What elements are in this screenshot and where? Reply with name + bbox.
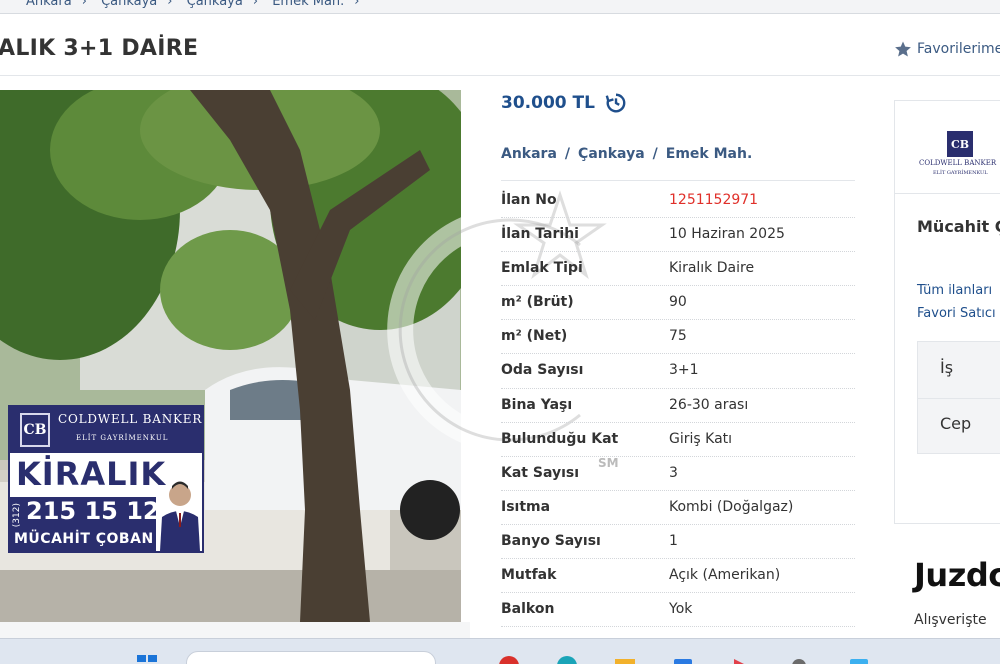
store-icon[interactable] — [670, 653, 696, 664]
star-icon — [895, 41, 911, 57]
title-row: ALIK 3+1 DAİRE Favorilerime — [0, 14, 1000, 76]
all-listings-link[interactable]: Tüm ilanları — [917, 283, 992, 298]
spec-row: İlan Tarihi 10 Haziran 2025 — [501, 218, 855, 253]
favorite-seller-link[interactable]: Favori Satıcı — [917, 306, 996, 321]
os-taskbar — [0, 638, 1000, 664]
app-red-icon[interactable] — [496, 653, 522, 664]
spec-row: m² (Brüt) 90 — [501, 286, 855, 321]
spec-row: Isıtma Kombi (Doğalgaz) — [501, 491, 855, 525]
settings-icon[interactable] — [786, 653, 812, 664]
page-title: ALIK 3+1 DAİRE — [0, 36, 199, 61]
divider — [501, 180, 855, 181]
agent-photo-icon — [160, 481, 200, 551]
spec-row: İlan No 1251152971 — [501, 184, 855, 219]
top-crumb-3[interactable]: Çankaya — [187, 0, 243, 9]
add-to-favorites-link[interactable]: Favorilerime — [894, 40, 1000, 58]
spec-row: Bulunduğu Kat Giriş Katı — [501, 423, 855, 457]
banner-area-code: (312) — [12, 503, 22, 528]
spec-row: Mutfak Açık (Amerikan) — [501, 559, 855, 594]
banner-agent-name: MÜCAHİT ÇOBAN — [14, 531, 154, 547]
agency-logo[interactable]: CB COLDWELL BANKER ELİT GAYRİMENKUL — [919, 129, 1000, 181]
listing-price: 30.000 TL — [501, 92, 627, 114]
location-breadcrumb: Ankara / Çankaya / Emek Mah. — [501, 146, 753, 162]
divider — [895, 193, 1000, 194]
spec-row: Balkon Yok — [501, 593, 855, 628]
listing-photo[interactable]: CB COLDWELL BANKER ELİT GAYRİMENKUL KİRA… — [0, 90, 461, 622]
spec-row: Oda Sayısı 3+1 — [501, 354, 855, 389]
spec-row: Bina Yaşı 26-30 arası — [501, 389, 855, 423]
spec-row: m² (Net) 75 — [501, 320, 855, 355]
spec-row: Emlak Tipi Kiralık Daire — [501, 252, 855, 287]
banner-brand: COLDWELL BANKER — [58, 412, 203, 426]
listing-number: 1251152971 — [669, 192, 759, 208]
price-history-icon[interactable] — [605, 92, 627, 114]
ad-tagline[interactable]: Alışverişte — [914, 612, 987, 628]
spec-row: Banyo Sayısı 1 — [501, 525, 855, 560]
agent-banner-sign: CB COLDWELL BANKER ELİT GAYRİMENKUL KİRA… — [8, 405, 204, 553]
banner-sub: ELİT GAYRİMENKUL — [76, 434, 169, 442]
browser-icon[interactable] — [554, 653, 580, 664]
spec-row: Kat Sayısı 3 — [501, 457, 855, 491]
app-blue-icon[interactable] — [846, 653, 872, 664]
location-neighborhood[interactable]: Emek Mah. — [666, 146, 753, 162]
banner-logo: CB — [20, 413, 50, 447]
agent-name: Mücahit Ç — [917, 217, 1000, 236]
screen: Ankara › Çankaya › Çankaya › Emek Mah. › ALI… — [0, 0, 1000, 664]
photo-thumbnail-strip — [0, 622, 470, 638]
agent-phones: İş Cep — [917, 341, 1000, 454]
top-crumb-4[interactable]: Emek Mah. — [272, 0, 344, 9]
top-breadcrumb: Ankara › Çankaya › Çankaya › Emek Mah. › — [26, 0, 369, 9]
taskbar-search-input[interactable] — [186, 651, 436, 664]
location-district[interactable]: Çankaya — [578, 146, 645, 162]
windows-start-icon[interactable] — [134, 653, 160, 664]
media-icon[interactable] — [728, 653, 754, 664]
banner-phone: 215 15 12 — [26, 497, 160, 525]
location-city[interactable]: Ankara — [501, 146, 557, 162]
folder-icon[interactable] — [612, 653, 638, 664]
agent-card: CB COLDWELL BANKER ELİT GAYRİMENKUL Müca… — [894, 100, 1000, 524]
price-value: 30.000 TL — [501, 93, 595, 113]
listing-specs: İlan No 1251152971 İlan Tarihi 10 Haziran … — [501, 184, 855, 628]
top-crumb-1[interactable]: Ankara — [26, 0, 72, 9]
top-breadcrumb-strip: Ankara › Çankaya › Çankaya › Emek Mah. › — [0, 0, 1000, 14]
mobile-phone-label: Cep — [940, 414, 972, 433]
ad-brand[interactable]: Juzdc — [914, 556, 1000, 594]
favorites-label: Favorilerime — [917, 41, 1000, 57]
top-crumb-2[interactable]: Çankaya — [101, 0, 157, 9]
banner-headline: KİRALIK — [16, 455, 167, 493]
work-phone-label: İş — [940, 358, 954, 377]
